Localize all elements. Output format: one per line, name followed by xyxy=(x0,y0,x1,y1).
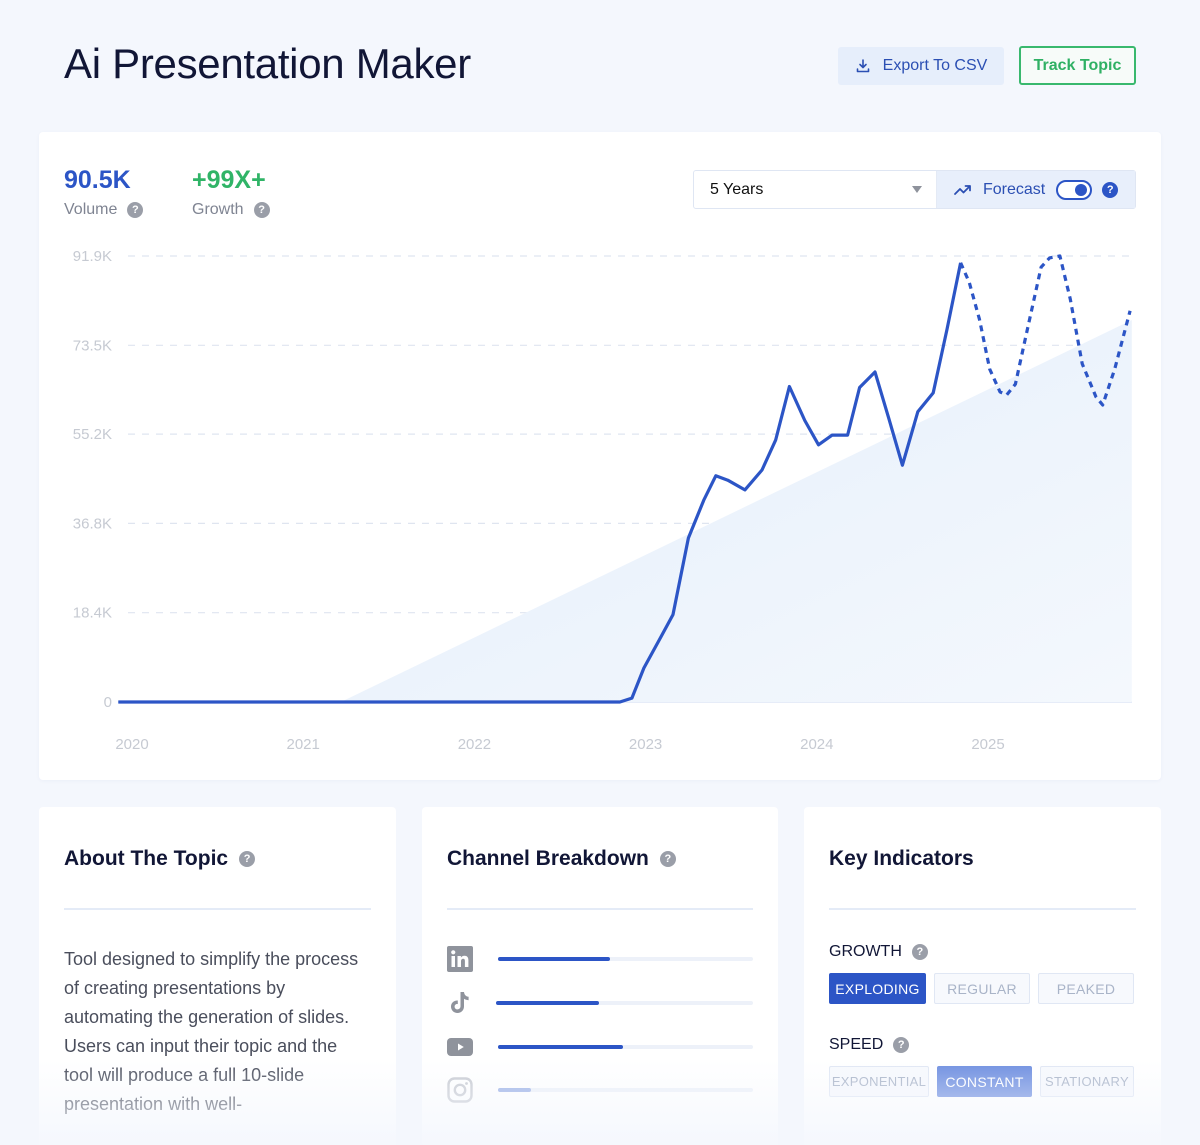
speed-option-constant[interactable]: CONSTANT xyxy=(937,1066,1032,1097)
page-header: Ai Presentation Maker Export To CSV Trac… xyxy=(0,0,1200,130)
volume-line-chart: 0 18.4K 36.8K 55.2K 73.5K 91.9K 2020 2021 2022 20… xyxy=(73,248,1132,753)
channel-bar-track xyxy=(498,1088,753,1092)
channel-breakdown-card: Channel Breakdown ? xyxy=(422,807,778,1145)
help-icon[interactable]: ? xyxy=(659,851,676,867)
y-tick-label: 0 xyxy=(104,694,112,711)
channel-bar-fill xyxy=(498,1088,532,1092)
channel-row-instagram xyxy=(447,1076,753,1104)
y-tick-label: 55.2K xyxy=(73,426,112,443)
about-description: Tool designed to simplify the process of… xyxy=(64,949,359,1114)
growth-option-exploding[interactable]: EXPLODING xyxy=(829,973,926,1004)
page-title: Ai Presentation Maker xyxy=(64,40,471,87)
help-icon[interactable]: ? xyxy=(911,944,928,960)
channel-bar-track xyxy=(498,957,753,961)
trend-area xyxy=(340,320,1132,702)
tiktok-icon xyxy=(447,990,473,1016)
channel-bar-fill xyxy=(496,1001,599,1005)
speed-indicator-label: SPEED xyxy=(829,1036,884,1053)
channel-row-linkedin xyxy=(447,945,753,973)
y-tick-label: 73.5K xyxy=(73,337,112,354)
channel-row-tiktok xyxy=(447,989,753,1017)
speed-option-exponential[interactable]: EXPONENTIAL xyxy=(829,1066,929,1097)
export-csv-label: Export To CSV xyxy=(882,57,988,74)
divider xyxy=(64,908,371,910)
growth-options: EXPLODING REGULAR PEAKED xyxy=(829,973,1134,1004)
growth-indicator-label: GROWTH xyxy=(829,943,902,960)
growth-option-peaked[interactable]: PEAKED xyxy=(1038,973,1134,1004)
help-icon[interactable]: ? xyxy=(893,1037,910,1053)
x-tick-label: 2025 xyxy=(971,736,1004,753)
divider xyxy=(447,908,753,910)
channel-bar-fill xyxy=(498,1045,623,1049)
channel-bar-fill xyxy=(498,957,611,961)
speed-option-stationary[interactable]: STATIONARY xyxy=(1040,1066,1134,1097)
channel-bar-track xyxy=(498,1045,753,1049)
help-icon[interactable]: ? xyxy=(239,851,256,867)
y-tick-label: 18.4K xyxy=(73,605,112,622)
export-csv-button[interactable]: Export To CSV xyxy=(838,47,1004,85)
about-title: About The Topic xyxy=(64,847,229,870)
key-indicators-card: Key Indicators GROWTH ? EXPLODING REGULA… xyxy=(804,807,1161,1145)
divider xyxy=(829,908,1136,910)
x-tick-label: 2021 xyxy=(287,736,320,753)
y-tick-label: 91.9K xyxy=(73,248,112,265)
x-tick-label: 2024 xyxy=(800,736,833,753)
channel-row-youtube xyxy=(447,1033,753,1061)
about-topic-card: About The Topic ? Tool designed to simpl… xyxy=(39,807,396,1145)
growth-option-regular[interactable]: REGULAR xyxy=(934,973,1030,1004)
linkedin-icon xyxy=(447,946,473,972)
key-indicators-title: Key Indicators xyxy=(829,847,974,870)
instagram-icon xyxy=(447,1077,473,1103)
channel-title: Channel Breakdown xyxy=(447,847,649,870)
x-tick-label: 2023 xyxy=(629,736,662,753)
speed-options: EXPONENTIAL CONSTANT STATIONARY xyxy=(829,1066,1134,1097)
download-icon xyxy=(856,59,869,73)
trend-chart-card: 90.5K Volume ? +99X+ Growth ? 5 Years Fo… xyxy=(39,132,1161,780)
y-tick-label: 36.8K xyxy=(73,515,112,532)
track-topic-button[interactable]: Track Topic xyxy=(1019,46,1136,85)
x-tick-label: 2022 xyxy=(458,736,491,753)
youtube-icon xyxy=(447,1034,473,1060)
x-tick-label: 2020 xyxy=(115,736,148,753)
channel-bar-track xyxy=(496,1001,753,1005)
